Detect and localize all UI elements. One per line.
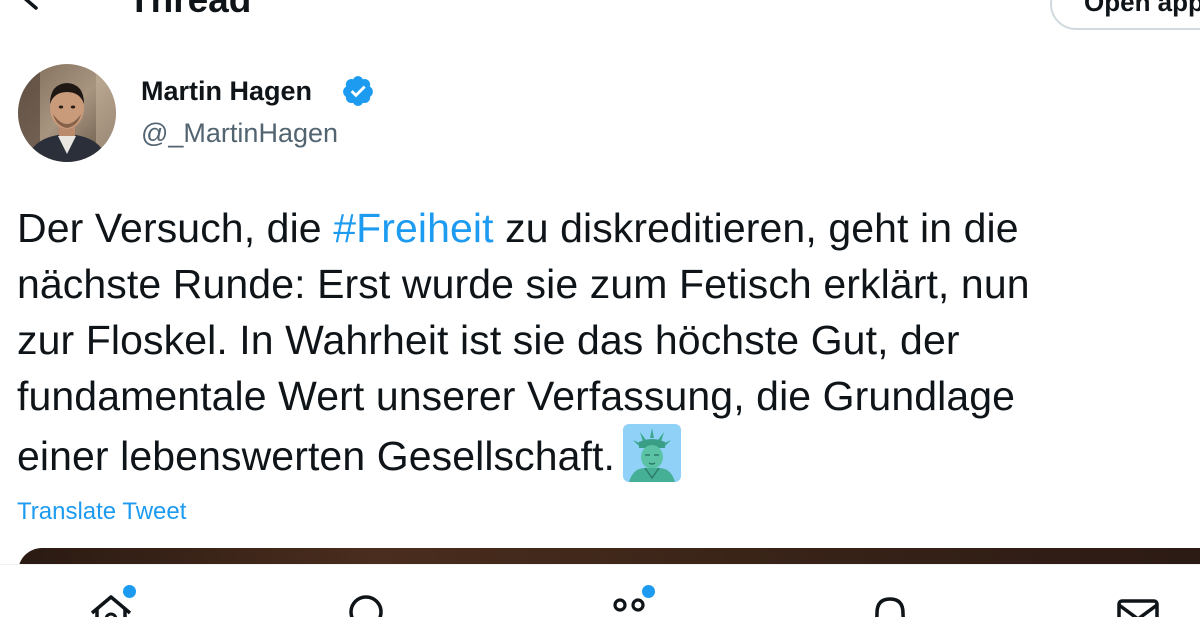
- author-handle[interactable]: @_MartinHagen: [141, 116, 338, 150]
- search-icon[interactable]: [345, 591, 391, 617]
- spaces-notification-dot: [640, 583, 657, 600]
- tweet-line: einer lebenswerten Gesellschaft.: [17, 424, 1197, 484]
- tweet-text: Der Versuch, die #Freiheit zu diskrediti…: [17, 200, 1197, 484]
- tweet-thread-page: Thread Open app: [0, 0, 1200, 617]
- open-app-button[interactable]: Open app: [1050, 0, 1200, 30]
- tweet-line: zur Floskel. In Wahrheit ist sie das höc…: [17, 317, 960, 363]
- tweet-line: Der Versuch, die #Freiheit zu diskrediti…: [17, 200, 1197, 256]
- author-name[interactable]: Martin Hagen: [141, 74, 312, 108]
- statue-of-liberty-icon: [623, 424, 682, 482]
- tweet-text-segment: zu diskreditieren, geht in die: [493, 205, 1019, 251]
- tweet-line: nächste Runde: Erst wurde sie zum Fetisc…: [17, 261, 1030, 307]
- bottom-navigation: [0, 564, 1200, 617]
- back-arrow-icon[interactable]: [14, 0, 54, 18]
- notifications-icon[interactable]: [867, 591, 913, 617]
- hashtag-link[interactable]: #Freiheit: [333, 205, 493, 251]
- messages-icon[interactable]: [1115, 591, 1161, 617]
- tweet-text-segment: Der Versuch, die: [17, 205, 334, 251]
- page-title: Thread: [128, 0, 251, 22]
- tweet-text-segment: einer lebenswerten Gesellschaft.: [17, 433, 616, 479]
- tweet-line: fundamentale Wert unserer Verfassung, di…: [17, 373, 1016, 419]
- verified-badge-icon: [341, 74, 375, 108]
- translate-tweet-link[interactable]: Translate Tweet: [17, 497, 186, 527]
- home-notification-dot: [121, 583, 138, 600]
- avatar[interactable]: [18, 64, 116, 162]
